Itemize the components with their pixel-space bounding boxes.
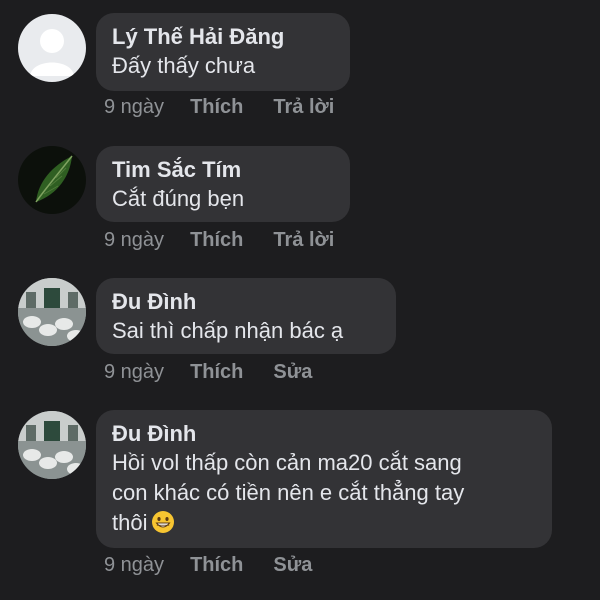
comment-bubble: Đu Đình Sai thì chấp nhận bác ạ xyxy=(96,278,396,354)
avatar[interactable] xyxy=(18,411,86,479)
comment-text-fragment: thôi xyxy=(112,510,148,535)
comment-bubble: Đu Đình Hồi vol thấp còn cản ma20 cắt sa… xyxy=(96,410,552,548)
comment-author[interactable]: Đu Đình xyxy=(112,420,536,448)
reply-button[interactable]: Trả lời xyxy=(273,229,334,252)
edit-button[interactable]: Sửa xyxy=(273,361,312,384)
comment-text-line: Hồi vol thấp còn cản ma20 cắt sang xyxy=(112,450,462,475)
comment-time[interactable]: 9 ngày xyxy=(104,361,164,384)
like-button[interactable]: Thích xyxy=(190,361,243,384)
comment-author[interactable]: Lý Thế Hải Đăng xyxy=(112,23,334,51)
comment-time[interactable]: 9 ngày xyxy=(104,96,164,119)
reply-button[interactable]: Trả lời xyxy=(273,96,334,119)
comment-text-line: thôi xyxy=(112,508,536,538)
avatar[interactable] xyxy=(18,146,86,214)
comment-text: Hồi vol thấp còn cản ma20 cắt sang con k… xyxy=(112,448,536,538)
comment-actions: 9 ngày Thích Sửa xyxy=(104,552,342,578)
comment-text: Đấy thấy chưa xyxy=(112,53,256,78)
comment-time[interactable]: 9 ngày xyxy=(104,554,164,577)
room-avatar-icon xyxy=(18,278,86,346)
grinning-face-emoji-icon xyxy=(151,510,175,534)
leaf-avatar-icon xyxy=(18,146,86,214)
comment-actions: 9 ngày Thích Trả lời xyxy=(104,94,364,120)
edit-button[interactable]: Sửa xyxy=(273,554,312,577)
like-button[interactable]: Thích xyxy=(190,229,243,252)
avatar[interactable] xyxy=(18,278,86,346)
comment-actions: 9 ngày Thích Sửa xyxy=(104,359,342,385)
comment-text: Sai thì chấp nhận bác ạ xyxy=(112,318,344,343)
comment-author[interactable]: Đu Đình xyxy=(112,288,380,316)
like-button[interactable]: Thích xyxy=(190,554,243,577)
comment-time[interactable]: 9 ngày xyxy=(104,229,164,252)
comment-author[interactable]: Tim Sắc Tím xyxy=(112,156,334,184)
comment-text-line: con khác có tiền nên e cắt thẳng tay xyxy=(112,480,465,505)
comment-bubble: Lý Thế Hải Đăng Đấy thấy chưa xyxy=(96,13,350,91)
like-button[interactable]: Thích xyxy=(190,96,243,119)
comment-bubble: Tim Sắc Tím Cắt đúng bẹn xyxy=(96,146,350,222)
comment-actions: 9 ngày Thích Trả lời xyxy=(104,227,364,253)
room-avatar-icon xyxy=(18,411,86,479)
default-avatar-icon xyxy=(18,14,86,82)
comment-text: Cắt đúng bẹn xyxy=(112,186,245,211)
avatar[interactable] xyxy=(18,14,86,82)
